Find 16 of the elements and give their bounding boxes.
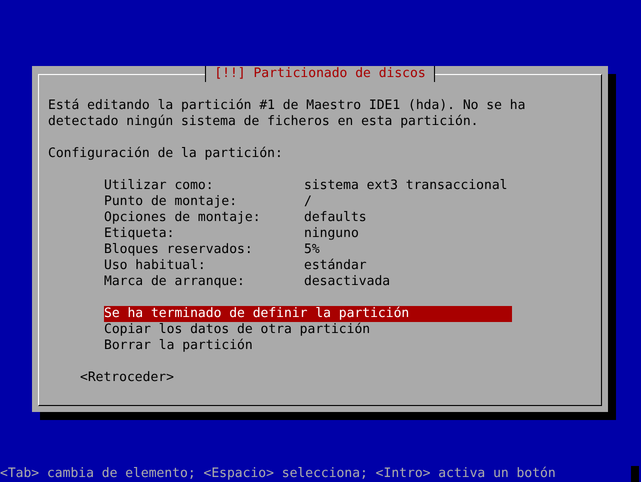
setting-row[interactable]: Bloques reservados: 5% bbox=[104, 242, 320, 258]
setting-row[interactable]: Uso habitual: estándar bbox=[104, 258, 367, 274]
back-button[interactable]: <Retroceder> bbox=[80, 370, 174, 386]
setting-row[interactable]: Opciones de montaje: defaults bbox=[104, 210, 367, 226]
message-text: Está editando la partición #1 de Maestro IDE1 (hda). No se ha detectado ningún sistema de ficheros en esta partición. bbox=[48, 98, 526, 130]
setting-row[interactable]: Etiqueta: ninguno bbox=[104, 226, 359, 242]
setting-row[interactable]: Punto de montaje: / bbox=[104, 194, 312, 210]
menu-item[interactable]: Se ha terminado de definir la partición bbox=[104, 306, 512, 322]
text-cursor bbox=[631, 466, 639, 482]
setting-row[interactable]: Marca de arranque: desactivada bbox=[104, 274, 390, 290]
help-text: <Tab> cambia de elemento; <Espacio> selecciona; <Intro> activa un botón bbox=[0, 466, 556, 482]
setting-row[interactable]: Utilizar como: sistema ext3 transaccional bbox=[104, 178, 508, 194]
dialog-title: [!!] Particionado de discos bbox=[205, 66, 435, 82]
section-label: Configuración de la partición: bbox=[48, 146, 283, 162]
menu-item[interactable]: Borrar la partición bbox=[104, 338, 512, 354]
menu-item[interactable]: Copiar los datos de otra partición bbox=[104, 322, 512, 338]
